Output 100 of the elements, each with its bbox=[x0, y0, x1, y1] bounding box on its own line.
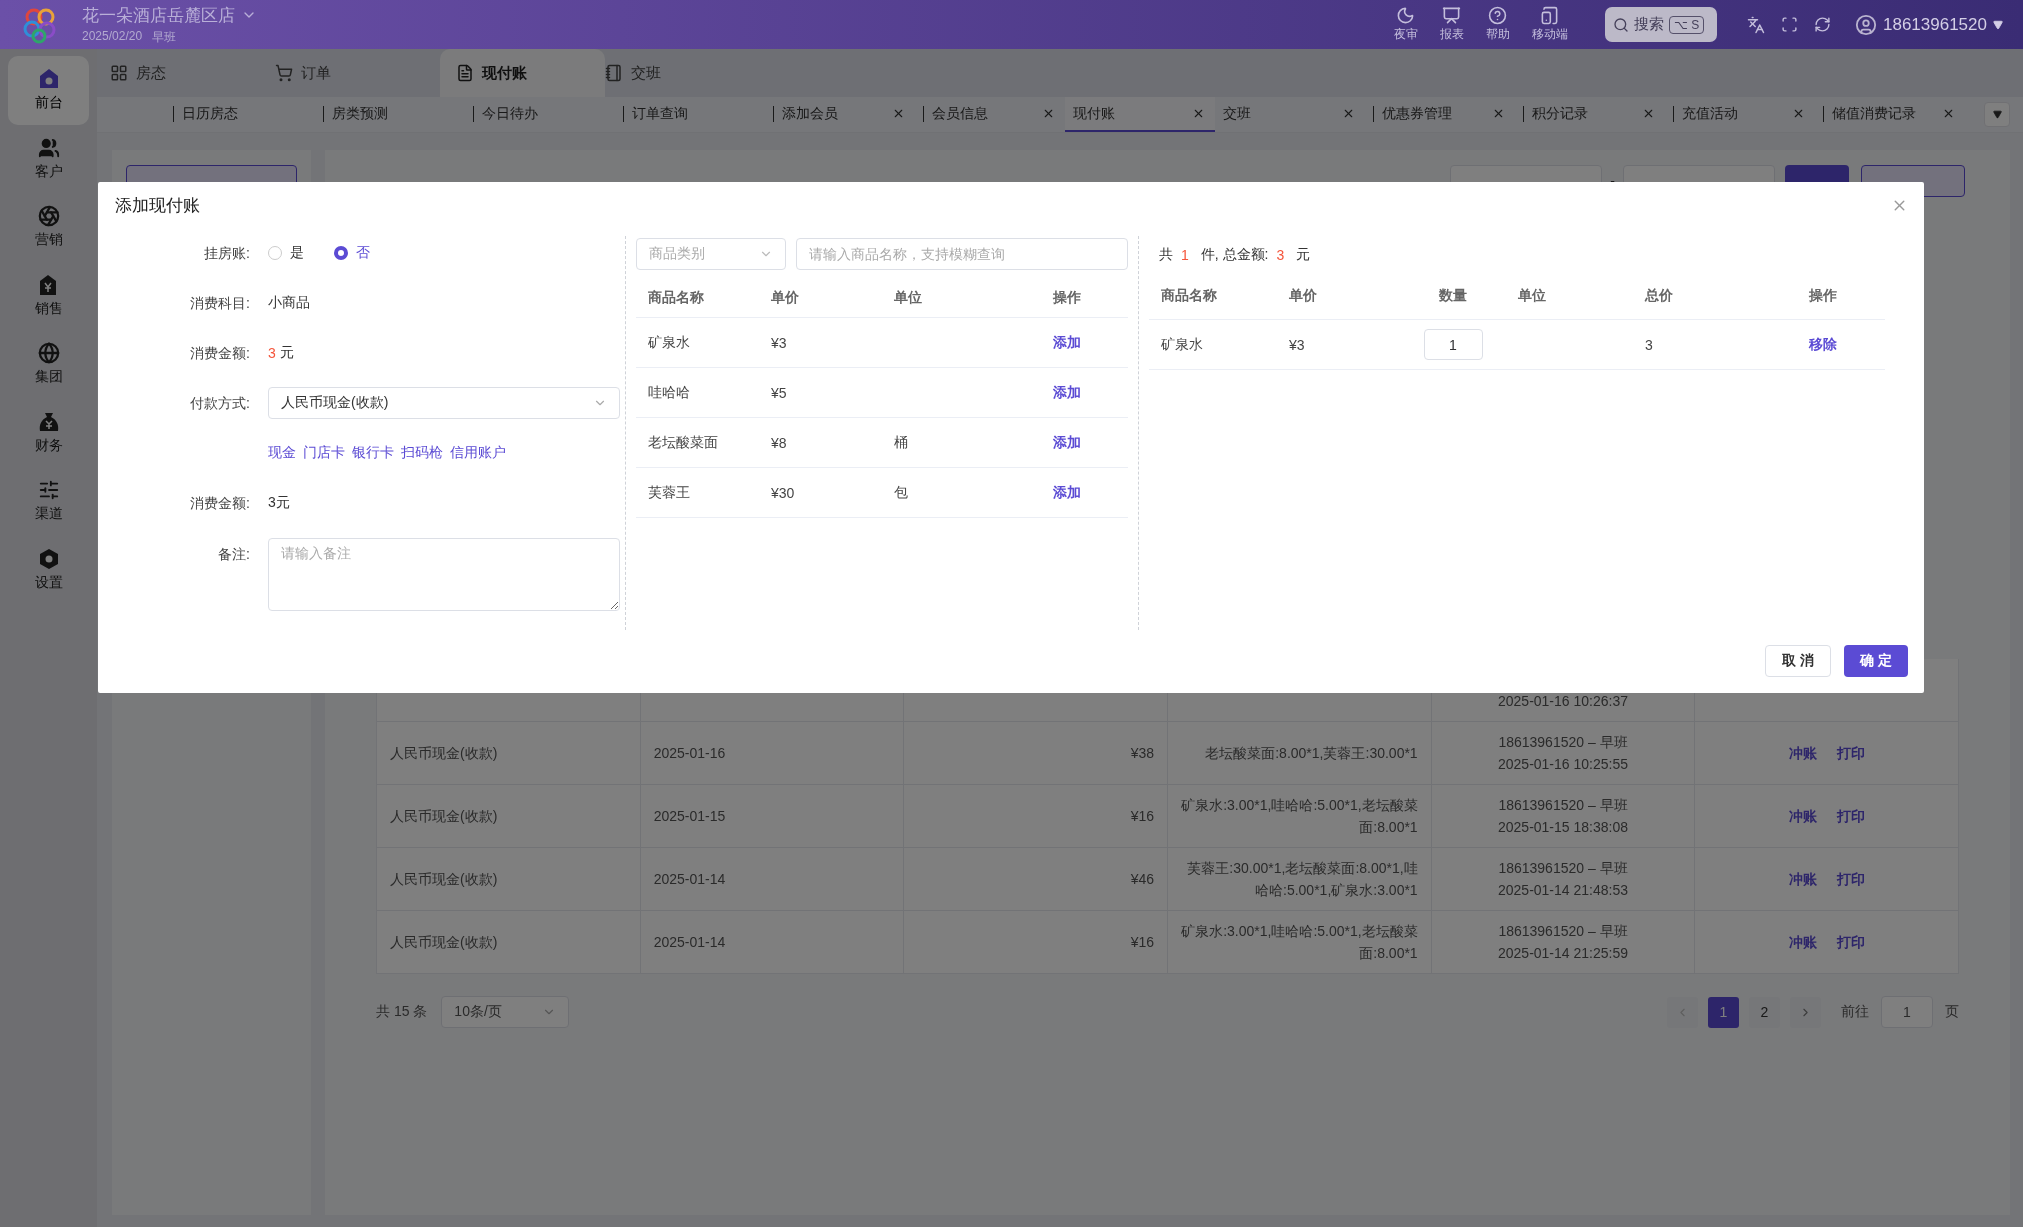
table-cell-text: 18613961520 – 早班 bbox=[1498, 796, 1628, 815]
page-button[interactable]: 1 bbox=[1708, 996, 1739, 1028]
close-icon[interactable] bbox=[1492, 107, 1505, 120]
page-tab[interactable]: 优惠券管理 bbox=[1365, 97, 1515, 132]
action-link[interactable]: 打印 bbox=[1836, 868, 1865, 890]
column-header: 商品名称 bbox=[647, 288, 705, 307]
users-icon bbox=[37, 136, 60, 159]
sidebar-item[interactable]: 营销 bbox=[8, 193, 89, 262]
refresh-button[interactable] bbox=[1814, 16, 1831, 33]
quantity-field[interactable]: 1 bbox=[1423, 329, 1483, 360]
page-tab[interactable]: 今日待办 bbox=[465, 97, 615, 132]
refresh-icon bbox=[1814, 16, 1831, 33]
action-link[interactable]: 打印 bbox=[1836, 742, 1865, 764]
table-cell-text: 人民币现金(收款) bbox=[390, 744, 498, 763]
page-tab[interactable]: 订单查询 bbox=[615, 97, 765, 132]
payment-link[interactable]: 银行卡 bbox=[352, 444, 394, 462]
close-icon[interactable] bbox=[1792, 107, 1805, 120]
close-icon[interactable] bbox=[1642, 107, 1655, 120]
toolbar-button[interactable]: 帮助 bbox=[1486, 6, 1510, 43]
sidebar-item[interactable]: 前台 bbox=[8, 56, 89, 125]
sidebar-item[interactable]: 财务 bbox=[8, 398, 89, 467]
notebook-icon bbox=[605, 64, 623, 82]
action-link[interactable]: 冲账 bbox=[1788, 931, 1817, 953]
toolbar-button[interactable]: 夜审 bbox=[1394, 6, 1418, 43]
table-cell-text: 2025-01-16 bbox=[653, 744, 726, 763]
page-tab[interactable]: 日历房态 bbox=[165, 97, 315, 132]
page-tab[interactable]: 储值消费记录 bbox=[1815, 97, 1965, 132]
action-link[interactable]: 打印 bbox=[1836, 931, 1865, 953]
table-cell-text: 2025-01-16 10:26:37 bbox=[1498, 692, 1628, 711]
remark-field[interactable]: 请输入备注 bbox=[268, 538, 620, 611]
radio-option[interactable]: 否 bbox=[334, 244, 370, 262]
summary-text: 件, 总金额: bbox=[1200, 246, 1269, 264]
cart-icon bbox=[275, 64, 293, 82]
total-count: 共 15 条 bbox=[376, 1003, 428, 1021]
caret-icon bbox=[1992, 110, 2002, 119]
sliders-icon bbox=[37, 479, 60, 502]
table-cell-text: 18613961520 – 早班 bbox=[1498, 733, 1628, 752]
table-cell-text: 3 bbox=[1644, 336, 1654, 353]
column-header: 单位 bbox=[893, 288, 923, 307]
page-size-select[interactable]: 10条/页 bbox=[441, 996, 570, 1028]
column-header: 数量 bbox=[1438, 286, 1468, 305]
user-menu[interactable]: 18613961520 bbox=[1849, 12, 2009, 37]
page-tab[interactable]: 会员信息 bbox=[915, 97, 1065, 132]
add-link[interactable]: 添加 bbox=[1053, 483, 1081, 500]
sidebar-item[interactable]: 销售 bbox=[8, 261, 89, 330]
table-cell-text: 矿泉水 bbox=[647, 333, 691, 352]
add-link[interactable]: 添加 bbox=[1053, 383, 1081, 400]
page-tab[interactable]: 积分记录 bbox=[1515, 97, 1665, 132]
category-select[interactable]: 商品类别 bbox=[636, 238, 786, 270]
sidebar-item[interactable]: 客户 bbox=[8, 124, 89, 193]
action-link[interactable]: 打印 bbox=[1836, 805, 1865, 827]
table-cell-text: 芙蓉王 bbox=[647, 483, 691, 502]
close-icon[interactable] bbox=[1942, 107, 1955, 120]
payment-link[interactable]: 扫码枪 bbox=[401, 444, 443, 462]
module-tab[interactable]: 交班 bbox=[605, 49, 770, 97]
toolbar-button[interactable]: 移动端 bbox=[1532, 6, 1568, 43]
page-tab[interactable]: 交班 bbox=[1215, 97, 1365, 132]
add-link[interactable]: 添加 bbox=[1053, 333, 1081, 350]
module-tab[interactable]: 现付账 bbox=[440, 49, 605, 97]
table-cell-text: 老坛酸菜面:8.00*1,芙蓉王:30.00*1 bbox=[1205, 744, 1418, 763]
search-button[interactable]: 搜索 ⌥ S bbox=[1605, 7, 1717, 42]
close-icon[interactable] bbox=[1042, 107, 1055, 120]
translate-button[interactable] bbox=[1747, 15, 1765, 34]
remove-link[interactable]: 移除 bbox=[1809, 335, 1837, 354]
action-link[interactable]: 冲账 bbox=[1788, 742, 1817, 764]
sidebar-item[interactable]: 设置 bbox=[8, 535, 89, 604]
hotel-name[interactable]: 花一朵酒店岳麓区店 bbox=[82, 3, 257, 27]
page-tab[interactable]: 房类预测 bbox=[315, 97, 465, 132]
more-tabs-button[interactable] bbox=[1984, 102, 2010, 127]
table-cell-text: ¥30 bbox=[770, 484, 796, 501]
action-link[interactable]: 冲账 bbox=[1788, 868, 1817, 890]
radio-option[interactable]: 是 bbox=[268, 244, 304, 262]
close-icon[interactable] bbox=[1342, 107, 1355, 120]
toolbar-button[interactable]: 报表 bbox=[1440, 6, 1464, 43]
search-icon bbox=[1613, 16, 1629, 33]
close-icon[interactable] bbox=[1192, 107, 1205, 120]
page-tab[interactable]: 现付账 bbox=[1065, 97, 1215, 132]
column-header: 总价 bbox=[1643, 286, 1674, 305]
module-tab[interactable]: 房态 bbox=[110, 49, 275, 97]
payment-select[interactable]: 人民币现金(收款) bbox=[268, 387, 620, 419]
action-link[interactable]: 冲账 bbox=[1788, 805, 1817, 827]
table-cell-text: ¥8 bbox=[770, 434, 788, 451]
cancel-button[interactable]: 取 消 bbox=[1765, 645, 1832, 677]
page-tab[interactable]: 添加会员 bbox=[765, 97, 915, 132]
payment-link[interactable]: 门店卡 bbox=[303, 444, 345, 462]
payment-link[interactable]: 现金 bbox=[268, 444, 296, 462]
page-tab[interactable]: 充值活动 bbox=[1665, 97, 1815, 132]
confirm-button[interactable]: 确 定 bbox=[1844, 645, 1908, 677]
goods-search-field[interactable]: 请输入商品名称，支持模糊查询 bbox=[796, 238, 1128, 270]
sidebar-item[interactable]: 渠道 bbox=[8, 467, 89, 536]
goto-field[interactable]: 1 bbox=[1881, 996, 1933, 1028]
sidebar-item[interactable]: 集团 bbox=[8, 330, 89, 399]
field-label: 消费金额: bbox=[189, 344, 250, 363]
payment-link[interactable]: 信用账户 bbox=[450, 444, 506, 462]
add-link[interactable]: 添加 bbox=[1053, 433, 1081, 450]
fullscreen-icon bbox=[1781, 16, 1798, 33]
globe-icon bbox=[37, 342, 60, 365]
fullscreen-button[interactable] bbox=[1781, 16, 1798, 33]
module-tab[interactable]: 订单 bbox=[275, 49, 440, 97]
close-icon[interactable] bbox=[892, 107, 905, 120]
